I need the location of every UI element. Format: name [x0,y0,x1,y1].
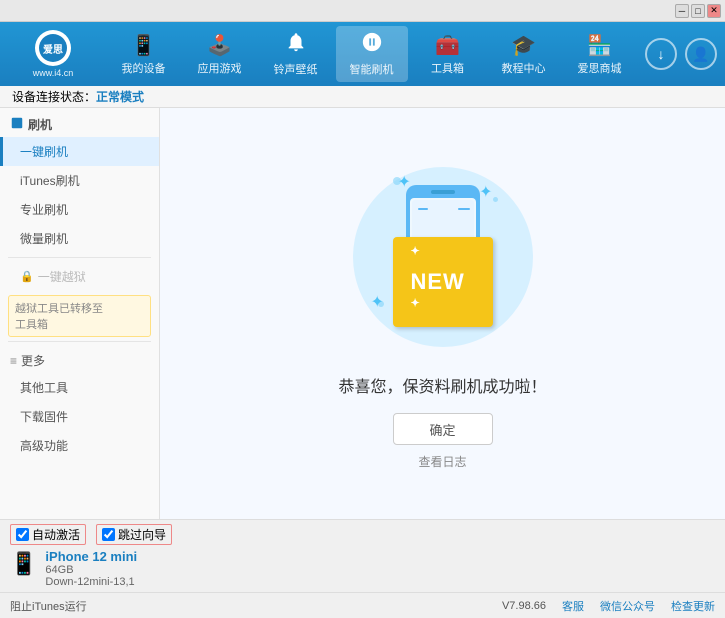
sidebar-divider-1 [8,257,151,258]
nav-apps-label: 应用游戏 [198,60,242,76]
nav-ringtones[interactable]: 铃声壁纸 [260,26,332,82]
dot-2 [493,197,498,202]
apps-icon: 🕹️ [207,33,232,58]
maximize-btn[interactable]: □ [691,4,705,18]
itunes-label: 阻止iTunes运行 [10,598,87,614]
lock-icon: 🔒 [20,270,34,283]
title-bar: ─ □ ✕ [0,0,725,22]
jailbreak-note: 越狱工具已转移至工具箱 [8,295,151,337]
user-btn[interactable]: 👤 [685,38,717,70]
itunes-flash-label: iTunes刷机 [20,174,80,188]
sparkle-1: ✦ [398,172,411,192]
device-model: Down-12mini-13,1 [45,576,137,588]
download-btn[interactable]: ↓ [645,38,677,70]
more-header-icon: ≡ [10,354,17,368]
one-key-flash-label: 一键刷机 [20,145,68,159]
new-badge-text: NEW [411,269,465,294]
store-icon: 🏪 [587,33,612,58]
auto-activate-checkbox[interactable]: 自动激活 [10,524,86,545]
nav-tutorials[interactable]: 🎓 教程中心 [488,26,560,82]
nav-store-label: 爱思商城 [578,60,622,76]
tutorials-icon: 🎓 [511,33,536,58]
update-link[interactable]: 检查更新 [671,598,715,614]
sidebar: 刷机 一键刷机 iTunes刷机 专业刷机 微量刷机 🔒 一键越狱 越狱工具已转… [0,108,160,519]
nav-my-device[interactable]: 📱 我的设备 [108,26,180,82]
device-icon: 📱 [10,551,37,577]
other-tools-label: 其他工具 [20,381,68,395]
nav-store[interactable]: 🏪 爱思商城 [564,26,636,82]
sparkle-2: ✦ [479,182,492,202]
device-info-row: 📱 iPhone 12 mini 64GB Down-12mini-13,1 [10,549,715,588]
nav-tools[interactable]: 🧰 工具箱 [412,26,484,82]
nav-bar: 爱思 www.i4.cn 📱 我的设备 🕹️ 应用游戏 铃声壁纸 智能刷机 🧰 … [0,22,725,86]
checkbox-row: 自动激活 跳过向导 [10,524,715,545]
sidebar-pro-flash[interactable]: 专业刷机 [0,195,159,224]
sparkle-3: ✦ [371,292,384,312]
sidebar-download-firmware[interactable]: 下载固件 [0,402,159,431]
minimize-btn[interactable]: ─ [675,4,689,18]
nav-smart-flash[interactable]: 智能刷机 [336,26,408,82]
connection-status-bar: 设备连接状态： 正常模式 [0,86,725,108]
advanced-label: 高级功能 [20,439,68,453]
status-bar: 阻止iTunes运行 V7.98.66 客服 微信公众号 检查更新 [0,592,725,618]
smart-flash-icon [361,31,383,59]
logo: 爱思 www.i4.cn [8,30,98,78]
success-illustration: ✦ ✦ ✦ ✦ NEW ✦ [343,157,543,357]
finish-link[interactable]: 查看日志 [418,453,466,470]
nav-ringtones-label: 铃声壁纸 [274,61,318,77]
skip-wizard-input[interactable] [102,528,115,541]
success-title: 恭喜您，保资料刷机成功啦！ [338,373,546,397]
skip-wizard-checkbox[interactable]: 跳过向导 [96,524,172,545]
nav-items: 📱 我的设备 🕹️ 应用游戏 铃声壁纸 智能刷机 🧰 工具箱 🎓 教程中心 [98,26,645,82]
download-firmware-label: 下载固件 [20,410,68,424]
jailbreak-note-text: 越狱工具已转移至工具箱 [15,303,103,331]
nav-tools-label: 工具箱 [431,60,464,76]
device-details: iPhone 12 mini 64GB Down-12mini-13,1 [45,549,137,588]
bottom-panel: 自动激活 跳过向导 📱 iPhone 12 mini 64GB Down-12m… [0,519,725,592]
wechat-link[interactable]: 微信公众号 [600,598,655,614]
nav-apps-games[interactable]: 🕹️ 应用游戏 [184,26,256,82]
skip-wizard-label: 跳过向导 [118,526,166,543]
content-area: ✦ ✦ ✦ ✦ NEW ✦ [160,108,725,519]
status-right: V7.98.66 客服 微信公众号 检查更新 [502,598,715,614]
new-banner: ✦ NEW ✦ [393,237,493,327]
nav-smart-flash-label: 智能刷机 [350,61,394,77]
pro-flash-label: 专业刷机 [20,203,68,217]
sidebar-advanced[interactable]: 高级功能 [0,431,159,460]
device-storage: 64GB [45,564,137,576]
sidebar-jailbreak-disabled: 🔒 一键越狱 [0,262,159,291]
device-name: iPhone 12 mini [45,549,137,564]
nav-right: ↓ 👤 [645,38,717,70]
nav-my-device-label: 我的设备 [122,60,166,76]
logo-circle: 爱思 [35,30,71,66]
support-link[interactable]: 客服 [562,598,584,614]
jailbreak-label: 一键越狱 [38,268,86,285]
nav-tutorials-label: 教程中心 [502,60,546,76]
confirm-btn-label: 确定 [429,420,455,439]
auto-activate-input[interactable] [16,528,29,541]
sidebar-flash-header: 刷机 [0,108,159,137]
logo-inner: 爱思 [39,34,67,62]
sidebar-more-label: 更多 [21,352,45,369]
tools-icon: 🧰 [435,33,460,58]
logo-text: www.i4.cn [33,68,74,78]
confirm-btn[interactable]: 确定 [393,413,493,445]
sidebar-flash-label: 刷机 [28,116,52,133]
sidebar-other-tools[interactable]: 其他工具 [0,373,159,402]
sidebar-micro-flash[interactable]: 微量刷机 [0,224,159,253]
sidebar-more-header: ≡ 更多 [0,346,159,373]
connection-label: 设备连接状态： [12,88,96,105]
sidebar-divider-2 [8,341,151,342]
main-container: 刷机 一键刷机 iTunes刷机 专业刷机 微量刷机 🔒 一键越狱 越狱工具已转… [0,108,725,519]
sidebar-itunes-flash[interactable]: iTunes刷机 [0,166,159,195]
ringtone-icon [285,31,307,59]
auto-activate-label: 自动激活 [32,526,80,543]
my-device-icon: 📱 [131,33,156,58]
connection-value: 正常模式 [96,88,144,105]
version: V7.98.66 [502,600,546,612]
micro-flash-label: 微量刷机 [20,232,68,246]
flash-header-icon [10,116,24,133]
sidebar-one-key-flash[interactable]: 一键刷机 [0,137,159,166]
close-btn[interactable]: ✕ [707,4,721,18]
